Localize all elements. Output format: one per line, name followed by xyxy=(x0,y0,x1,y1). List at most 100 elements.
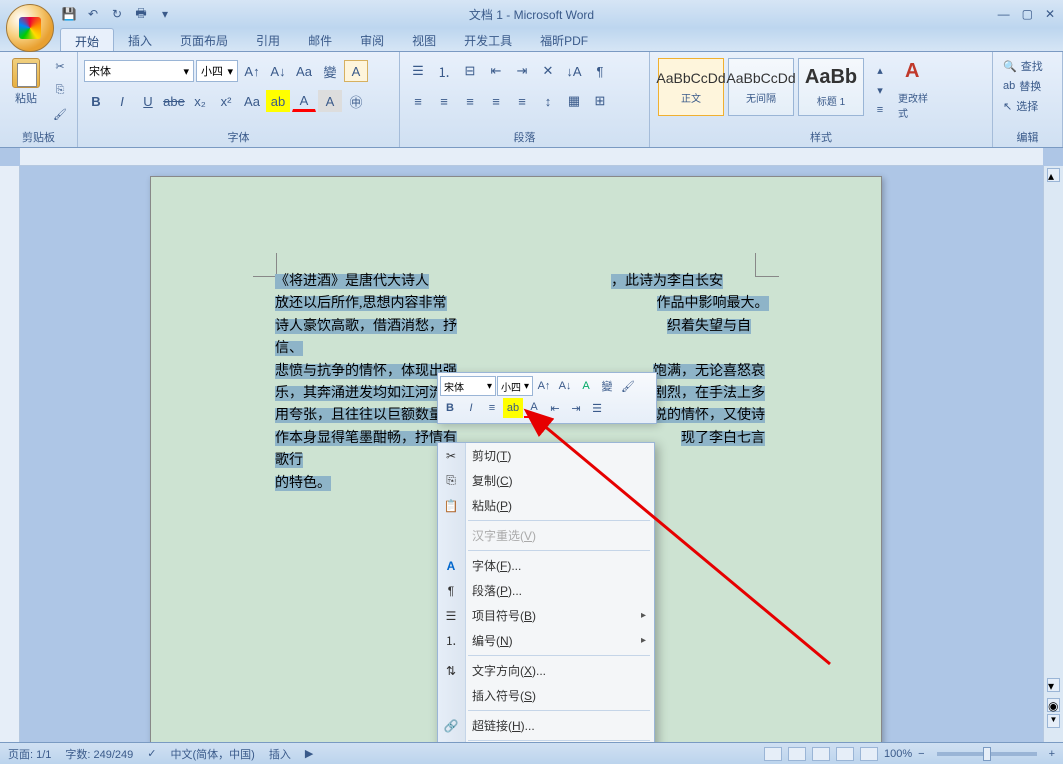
mini-format-painter-icon[interactable]: 🖌 xyxy=(618,376,638,396)
tab-review[interactable]: 审阅 xyxy=(346,28,398,51)
draft-view-icon[interactable] xyxy=(860,747,878,761)
replace-button[interactable]: ab替换 xyxy=(999,76,1056,96)
align-center-button[interactable]: ≡ xyxy=(432,90,456,112)
styles-expand-icon[interactable]: ≡ xyxy=(870,100,890,120)
mini-font-size[interactable]: 小四▾ xyxy=(497,376,533,396)
align-left-button[interactable]: ≡ xyxy=(406,90,430,112)
justify-button[interactable]: ≡ xyxy=(484,90,508,112)
print-icon[interactable]: 🖶 xyxy=(132,5,150,23)
outline-view-icon[interactable] xyxy=(836,747,854,761)
change-styles-button[interactable]: A 更改样式 xyxy=(894,56,940,124)
scroll-down-icon[interactable]: ▾ xyxy=(1047,678,1060,692)
format-painter-icon[interactable]: 🖌 xyxy=(50,104,70,124)
status-language[interactable]: 中文(简体，中国) xyxy=(171,746,255,762)
enclosed-char-button[interactable]: ㊥ xyxy=(344,90,368,112)
select-button[interactable]: ↖选择 xyxy=(999,96,1056,116)
web-layout-view-icon[interactable] xyxy=(812,747,830,761)
zoom-in-icon[interactable]: + xyxy=(1049,748,1055,760)
print-layout-view-icon[interactable] xyxy=(764,747,782,761)
mini-align-button[interactable]: ≡ xyxy=(482,398,502,418)
font-family-select[interactable]: 宋体▾ xyxy=(84,60,194,82)
mini-phonetic-icon[interactable]: 變 xyxy=(597,376,617,396)
ctx-paragraph[interactable]: ¶ 段落(P)... xyxy=(438,578,654,603)
close-button[interactable]: ✕ xyxy=(1045,7,1055,21)
shrink-font-icon[interactable]: A↓ xyxy=(266,60,290,82)
tab-insert[interactable]: 插入 xyxy=(114,28,166,51)
align-right-button[interactable]: ≡ xyxy=(458,90,482,112)
styles-scroll-down-icon[interactable]: ▾ xyxy=(870,80,890,100)
bold-button[interactable]: B xyxy=(84,90,108,112)
tab-references[interactable]: 引用 xyxy=(242,28,294,51)
full-screen-view-icon[interactable] xyxy=(788,747,806,761)
shading-button[interactable]: ▦ xyxy=(562,90,586,112)
tab-home[interactable]: 开始 xyxy=(60,28,114,51)
ctx-bullets[interactable]: ☰ 项目符号(B) ▸ xyxy=(438,603,654,628)
ctx-symbol[interactable]: 插入符号(S) xyxy=(438,683,654,708)
phonetic-icon[interactable]: 變 xyxy=(318,60,342,82)
char-shading-button[interactable]: A xyxy=(318,90,342,112)
tab-foxit-pdf[interactable]: 福昕PDF xyxy=(526,28,602,51)
mini-change-case-icon[interactable]: A xyxy=(576,376,596,396)
zoom-slider[interactable] xyxy=(937,752,1037,756)
mini-bullets-button[interactable]: ☰ xyxy=(587,398,607,418)
qat-more-icon[interactable]: ▾ xyxy=(156,5,174,23)
mini-highlight-button[interactable]: ab xyxy=(503,398,523,418)
find-button[interactable]: 🔍查找 xyxy=(999,56,1056,76)
tab-view[interactable]: 视图 xyxy=(398,28,450,51)
clear-format-icon[interactable]: Aa xyxy=(292,60,316,82)
prev-page-icon[interactable]: ◉ xyxy=(1047,698,1060,712)
show-marks-button[interactable]: ¶ xyxy=(588,60,612,82)
subscript-button[interactable]: x₂ xyxy=(188,90,212,112)
asian-layout-button[interactable]: ✕ xyxy=(536,60,560,82)
redo-icon[interactable]: ↻ xyxy=(108,5,126,23)
cut-icon[interactable]: ✂ xyxy=(50,56,70,76)
font-color-button[interactable]: A xyxy=(292,90,316,112)
tab-developer[interactable]: 开发工具 xyxy=(450,28,526,51)
ctx-hyperlink[interactable]: 🔗 超链接(H)... xyxy=(438,713,654,738)
status-macro[interactable]: ▶ xyxy=(305,747,313,760)
undo-icon[interactable]: ↶ xyxy=(84,5,102,23)
mini-shrink-font-icon[interactable]: A↓ xyxy=(555,376,575,396)
superscript-button[interactable]: x² xyxy=(214,90,238,112)
mini-font-family[interactable]: 宋体▾ xyxy=(440,376,496,396)
strikethrough-button[interactable]: abe xyxy=(162,90,186,112)
decrease-indent-button[interactable]: ⇤ xyxy=(484,60,508,82)
ctx-font[interactable]: A 字体(F)... xyxy=(438,553,654,578)
maximize-button[interactable]: ▢ xyxy=(1022,7,1033,21)
office-button[interactable] xyxy=(6,4,54,52)
ctx-cut[interactable]: ✂ 剪切(T) xyxy=(438,443,654,468)
mini-indent-inc-button[interactable]: ⇥ xyxy=(566,398,586,418)
save-icon[interactable]: 💾 xyxy=(60,5,78,23)
numbering-button[interactable]: ⒈ xyxy=(432,60,456,82)
status-proofing[interactable]: ✓ xyxy=(147,747,156,760)
char-border-icon[interactable]: A xyxy=(344,60,368,82)
borders-button[interactable]: ⊞ xyxy=(588,90,612,112)
sort-button[interactable]: ↓A xyxy=(562,60,586,82)
next-page-icon[interactable]: ▼ xyxy=(1047,714,1060,728)
multilevel-button[interactable]: ⊟ xyxy=(458,60,482,82)
scroll-up-icon[interactable]: ▴ xyxy=(1047,168,1060,182)
status-words[interactable]: 字数: 249/249 xyxy=(65,746,133,762)
vertical-ruler[interactable] xyxy=(0,166,20,742)
ctx-text-direction[interactable]: ⇅ 文字方向(X)... xyxy=(438,658,654,683)
status-insert[interactable]: 插入 xyxy=(269,746,291,762)
grow-font-icon[interactable]: A↑ xyxy=(240,60,264,82)
change-case-button[interactable]: Aa xyxy=(240,90,264,112)
copy-icon[interactable]: ⎘ xyxy=(50,80,70,100)
ctx-paste[interactable]: 📋 粘贴(P) xyxy=(438,493,654,518)
bullets-button[interactable]: ☰ xyxy=(406,60,430,82)
styles-scroll-up-icon[interactable]: ▴ xyxy=(870,60,890,80)
tab-mailings[interactable]: 邮件 xyxy=(294,28,346,51)
tab-page-layout[interactable]: 页面布局 xyxy=(166,28,242,51)
increase-indent-button[interactable]: ⇥ xyxy=(510,60,534,82)
distribute-button[interactable]: ≡ xyxy=(510,90,534,112)
horizontal-ruler[interactable] xyxy=(20,148,1043,166)
mini-font-color-button[interactable]: A xyxy=(524,398,544,418)
font-size-select[interactable]: 小四▾ xyxy=(196,60,238,82)
mini-indent-dec-button[interactable]: ⇤ xyxy=(545,398,565,418)
ctx-copy[interactable]: ⎘ 复制(C) xyxy=(438,468,654,493)
underline-button[interactable]: U xyxy=(136,90,160,112)
status-page[interactable]: 页面: 1/1 xyxy=(8,746,51,762)
line-spacing-button[interactable]: ↕ xyxy=(536,90,560,112)
style-heading1[interactable]: AaBb 标题 1 xyxy=(798,58,864,116)
